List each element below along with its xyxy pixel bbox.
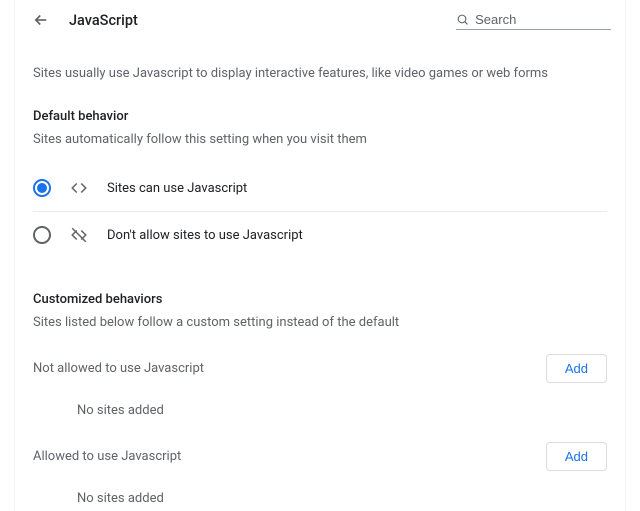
radio-allow-js[interactable]: Sites can use Javascript <box>33 165 607 212</box>
search-input[interactable] <box>475 12 611 27</box>
not-allowed-empty: No sites added <box>33 403 607 418</box>
not-allowed-list: Not allowed to use Javascript Add No sit… <box>33 354 607 418</box>
allowed-empty: No sites added <box>33 491 607 506</box>
allowed-list: Allowed to use Javascript Add No sites a… <box>33 442 607 506</box>
radio-label: Sites can use Javascript <box>107 181 247 196</box>
radio-button <box>33 179 51 197</box>
customized-sub: Sites listed below follow a custom setti… <box>33 315 607 330</box>
default-behavior-section: Default behavior Sites automatically fol… <box>33 109 607 258</box>
list-header: Not allowed to use Javascript Add <box>33 354 607 383</box>
settings-page: JavaScript Sites usually use Javascript … <box>14 0 626 511</box>
add-allowed-button[interactable]: Add <box>546 442 607 471</box>
code-icon <box>69 179 89 197</box>
allowed-title: Allowed to use Javascript <box>33 449 181 464</box>
radio-block-js[interactable]: Don't allow sites to use Javascript <box>33 212 607 258</box>
not-allowed-title: Not allowed to use Javascript <box>33 361 204 376</box>
add-not-allowed-button[interactable]: Add <box>546 354 607 383</box>
radio-label: Don't allow sites to use Javascript <box>107 228 303 243</box>
radio-dot <box>37 183 47 193</box>
customized-heading: Customized behaviors <box>33 292 607 307</box>
list-header: Allowed to use Javascript Add <box>33 442 607 471</box>
default-behavior-heading: Default behavior <box>33 109 607 124</box>
header: JavaScript <box>15 0 625 36</box>
search-field[interactable] <box>456 10 611 30</box>
back-button[interactable] <box>29 8 53 32</box>
arrow-left-icon <box>32 11 50 29</box>
intro-text: Sites usually use Javascript to display … <box>33 66 607 81</box>
page-title: JavaScript <box>69 12 138 29</box>
radio-button <box>33 226 51 244</box>
customized-behaviors-section: Customized behaviors Sites listed below … <box>33 292 607 506</box>
code-off-icon <box>69 226 89 244</box>
content: Sites usually use Javascript to display … <box>15 36 625 506</box>
search-icon <box>456 12 469 27</box>
default-behavior-sub: Sites automatically follow this setting … <box>33 132 607 147</box>
